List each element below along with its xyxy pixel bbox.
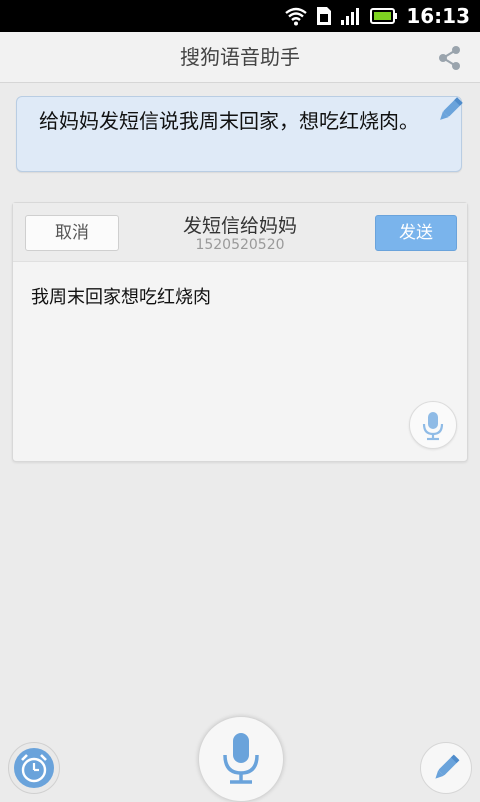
wifi-icon: [284, 6, 308, 26]
signal-icon: [340, 6, 362, 26]
sms-recipient-title: 发短信给妈妈: [182, 215, 297, 237]
battery-icon: [370, 7, 398, 25]
title-bar: 搜狗语音助手: [0, 32, 480, 83]
sim-card-icon: [316, 6, 332, 26]
card-mic-button[interactable]: [409, 401, 457, 449]
status-bar: 16:13: [0, 0, 480, 32]
share-button[interactable]: [436, 44, 464, 72]
text-input-button[interactable]: [420, 742, 472, 794]
query-text: 给妈妈发短信说我周末回家，想吃红烧肉。: [39, 109, 419, 133]
query-bubble[interactable]: 给妈妈发短信说我周末回家，想吃红烧肉。: [16, 96, 463, 172]
share-icon: [436, 44, 464, 72]
sms-card: 取消 发短信给妈妈 1520520520 发送 我周末回家想吃红烧肉: [12, 202, 468, 462]
edit-query-button[interactable]: [433, 93, 467, 127]
microphone-icon: [410, 402, 456, 448]
pencil-icon: [433, 93, 467, 127]
pencil-icon: [421, 743, 471, 793]
status-icons: 16:13: [284, 0, 470, 32]
sms-phone-number: 1520520520: [195, 237, 285, 253]
alarm-button[interactable]: [8, 742, 60, 794]
send-button[interactable]: 发送: [375, 215, 457, 251]
sms-message-text[interactable]: 我周末回家想吃红烧肉: [31, 283, 211, 309]
microphone-icon: [199, 717, 283, 801]
page-title: 搜狗语音助手: [180, 45, 300, 69]
status-time: 16:13: [406, 4, 470, 28]
sms-card-header: 取消 发短信给妈妈 1520520520 发送: [13, 203, 467, 262]
voice-input-button[interactable]: [198, 716, 284, 802]
cancel-button[interactable]: 取消: [25, 215, 119, 251]
alarm-clock-icon: [9, 743, 59, 793]
